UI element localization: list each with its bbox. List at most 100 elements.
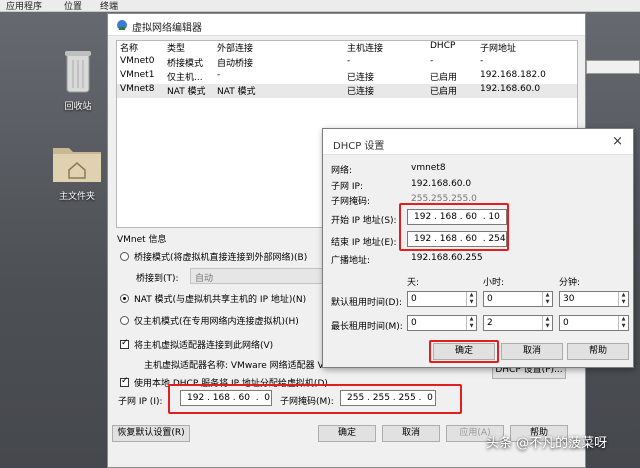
spin-value: 30 — [563, 294, 575, 304]
top-menu-bar: 应用程序 位置 终端 — [0, 0, 640, 12]
default-lease-hours[interactable]: 0 ▲ ▼ — [483, 291, 553, 307]
spinner-arrows-icon[interactable]: ▲ ▼ — [466, 316, 476, 330]
bridge-to-value: 自动 — [195, 274, 214, 284]
cell: 已启用 — [430, 73, 458, 83]
cell: 已启用 — [430, 87, 458, 97]
hostonly-option-label[interactable]: 仅主机模式(在专用网络内连接虚拟机)(H) — [134, 314, 299, 327]
bridge-option-label[interactable]: 桥接模式(将虚拟机直接连接到外部网络)(B) — [134, 250, 307, 263]
cell: 桥接模式 — [167, 59, 204, 69]
broadcast-label: 广播地址: — [331, 256, 371, 266]
spinner-arrows-icon[interactable]: ▲ ▼ — [542, 316, 552, 330]
background-window-edge — [586, 60, 640, 74]
table-row[interactable]: VMnet0 桥接模式 自动桥接 - - - — [117, 56, 577, 70]
table-row[interactable]: VMnet1 仅主机... - 已连接 已启用 192.168.182.0 — [117, 70, 577, 84]
dhcp-help-button[interactable]: 帮助 — [567, 343, 629, 360]
column-subnet[interactable]: 子网地址 — [480, 41, 516, 54]
bridge-to-select[interactable]: 自动 — [190, 268, 330, 284]
nat-radio[interactable] — [120, 294, 129, 303]
cell: 192.168.182.0 — [480, 70, 546, 80]
cell: - — [347, 56, 351, 66]
window-title: 虚拟网络编辑器 — [132, 23, 202, 34]
recycle-bin-label: 回收站 — [64, 102, 92, 112]
highlight-box-ip-range — [399, 203, 509, 251]
dhcp-subnet-ip-value: 192.168.60.0 — [411, 179, 472, 189]
vmnet-info-label: VMnet 信息 — [117, 235, 167, 245]
highlight-box-subnet — [168, 384, 462, 414]
connect-adapter-checkbox[interactable] — [120, 338, 129, 349]
dialog-title: DHCP 设置 — [333, 141, 385, 152]
spin-value: 0 — [487, 294, 493, 304]
table-header: 名称 类型 外部连接 主机连接 DHCP 子网地址 — [117, 41, 577, 55]
connect-adapter-label[interactable]: 将主机虚拟适配器连接到此网络(V) — [134, 338, 273, 351]
cancel-button[interactable]: 取消 — [382, 425, 440, 442]
recycle-bin-shortcut[interactable]: 回收站 — [52, 48, 104, 112]
close-icon[interactable]: × — [612, 134, 623, 149]
network-value: vmnet8 — [411, 163, 446, 173]
broadcast-value: 192.168.60.255 — [411, 253, 483, 263]
default-lease-days[interactable]: 0 ▲ ▼ — [407, 291, 477, 307]
restore-defaults-button[interactable]: 恢复默认设置(R) — [112, 425, 190, 442]
home-folder-icon — [53, 148, 101, 182]
column-name[interactable]: 名称 — [120, 41, 138, 54]
spin-value: 0 — [563, 318, 569, 328]
spinner-arrows-icon[interactable]: ▲ ▼ — [618, 316, 628, 330]
default-lease-minutes[interactable]: 30 ▲ ▼ — [559, 291, 629, 307]
dhcp-subnet-mask-label: 子网掩码: — [331, 197, 371, 207]
column-dhcp[interactable]: DHCP — [430, 41, 455, 51]
max-lease-minutes[interactable]: 0 ▲ ▼ — [559, 315, 629, 331]
hours-label: 小时: — [483, 278, 505, 288]
spin-value: 0 — [411, 294, 417, 304]
cell: 已连接 — [347, 87, 375, 97]
menu-places[interactable]: 位置 — [64, 0, 82, 12]
cell: 自动桥接 — [217, 59, 254, 69]
cell: - — [430, 56, 434, 66]
cell: 已连接 — [347, 73, 375, 83]
end-ip-label: 结束 IP 地址(E): — [331, 238, 397, 248]
table-row-selected[interactable]: VMnet8 NAT 模式 NAT 模式 已连接 已启用 192.168.60.… — [117, 84, 577, 98]
spinner-arrows-icon[interactable]: ▲ ▼ — [542, 292, 552, 306]
cell: NAT 模式 — [217, 87, 256, 97]
dhcp-cancel-button[interactable]: 取消 — [501, 343, 563, 360]
ok-button[interactable]: 确定 — [318, 425, 376, 442]
window-titlebar[interactable]: 虚拟网络编辑器 — [108, 14, 585, 36]
cell: - — [217, 70, 221, 80]
use-dhcp-checkbox[interactable] — [120, 376, 129, 387]
cell: VMnet1 — [120, 70, 155, 80]
cell: VMnet0 — [120, 56, 155, 66]
cell: 192.168.60.0 — [480, 84, 541, 94]
network-label: 网络: — [331, 166, 353, 176]
subnet-ip-label: 子网 IP (I): — [118, 397, 163, 407]
menu-applications[interactable]: 应用程序 — [6, 0, 42, 12]
column-host[interactable]: 主机连接 — [347, 41, 383, 54]
cell: - — [480, 56, 484, 66]
watermark: 头条 @不凡的菠菜呀 — [486, 436, 608, 451]
nat-option-label[interactable]: NAT 模式(与虚拟机共享主机的 IP 地址)(N) — [134, 292, 306, 305]
max-lease-days[interactable]: 0 ▲ ▼ — [407, 315, 477, 331]
cell: VMnet8 — [120, 84, 155, 94]
spin-value: 2 — [487, 318, 493, 328]
max-lease-label: 最长租用时间(M): — [331, 322, 403, 332]
cell: 仅主机... — [167, 73, 203, 83]
bridge-to-label: 桥接到(T): — [136, 274, 179, 284]
spinner-arrows-icon[interactable]: ▲ ▼ — [618, 292, 628, 306]
bridge-radio[interactable] — [120, 252, 129, 261]
home-folder-label: 主文件夹 — [58, 192, 95, 202]
start-ip-label: 开始 IP 地址(S): — [331, 216, 397, 226]
trash-icon — [65, 51, 91, 93]
adapter-name-label: 主机虚拟适配器名称: VMware 网络适配器 VM — [144, 361, 332, 371]
menu-terminal[interactable]: 终端 — [100, 0, 118, 12]
dhcp-subnet-ip-label: 子网 IP: — [331, 182, 363, 192]
home-folder-shortcut[interactable]: 主文件夹 — [48, 140, 106, 202]
days-label: 天: — [407, 278, 420, 288]
cell: NAT 模式 — [167, 87, 206, 97]
max-lease-hours[interactable]: 2 ▲ ▼ — [483, 315, 553, 331]
dialog-titlebar[interactable]: DHCP 设置 × — [323, 129, 633, 155]
network-globe-icon — [117, 20, 127, 30]
hostonly-radio[interactable] — [120, 316, 129, 325]
highlight-box-ok — [429, 340, 499, 363]
column-external[interactable]: 外部连接 — [217, 41, 253, 54]
spinner-arrows-icon[interactable]: ▲ ▼ — [466, 292, 476, 306]
column-type[interactable]: 类型 — [167, 41, 185, 54]
default-lease-label: 默认租用时间(D): — [331, 298, 402, 308]
minutes-label: 分钟: — [559, 278, 581, 288]
